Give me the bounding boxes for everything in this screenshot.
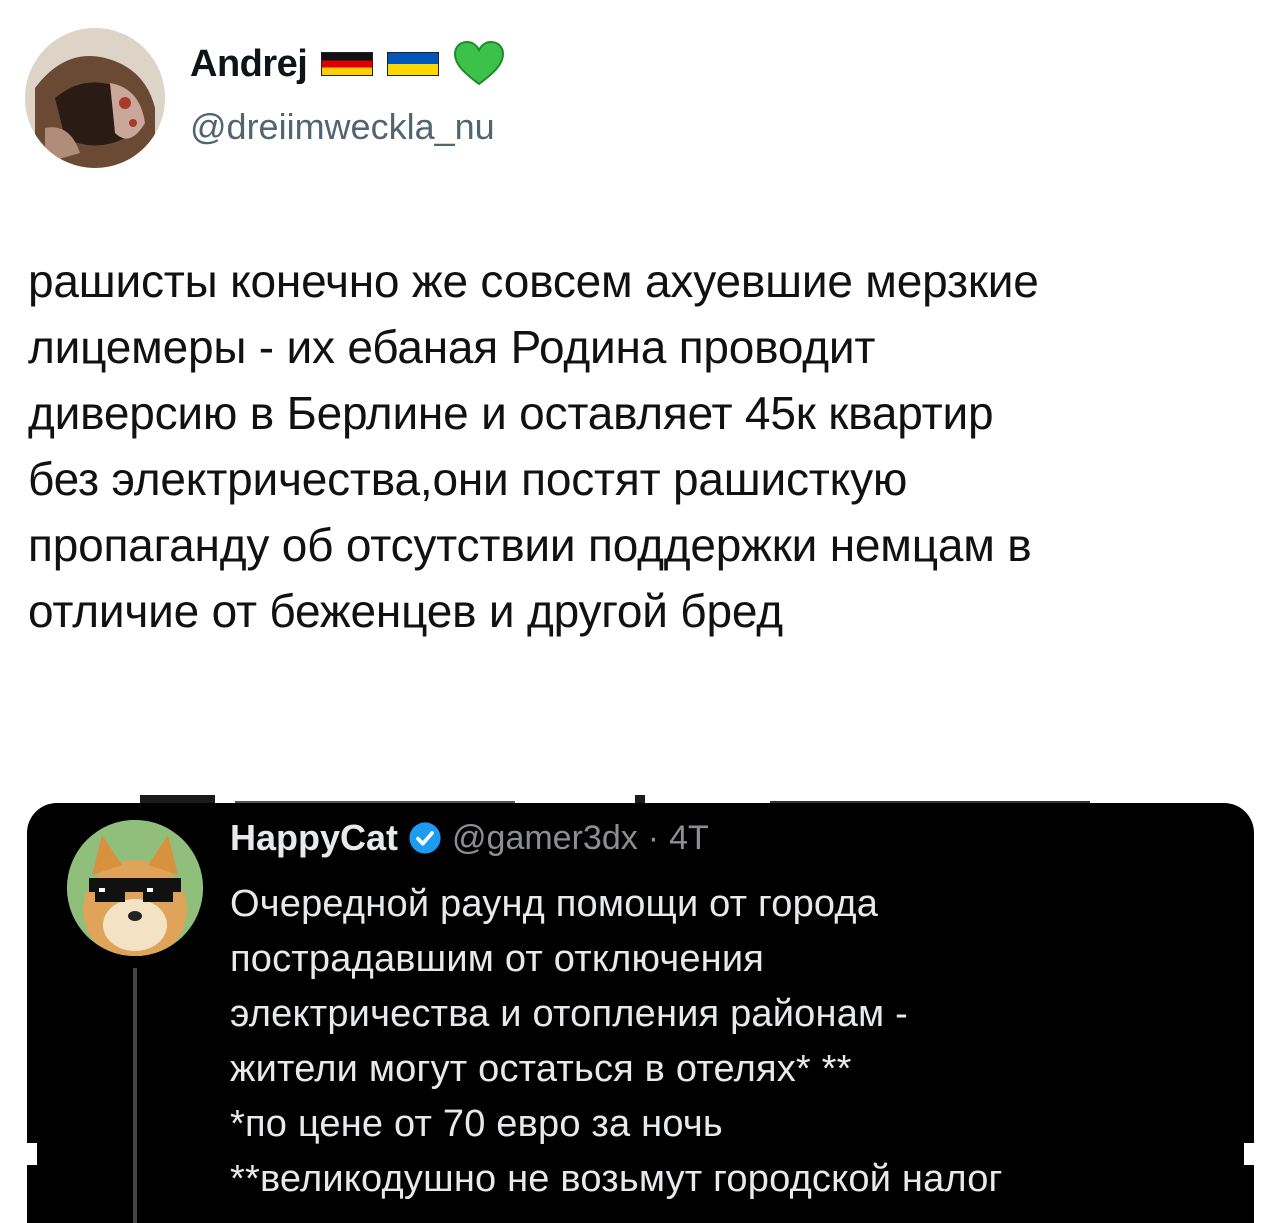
embedded-author-name[interactable]: HappyCat xyxy=(230,817,398,859)
embedded-tweet-text: Очередной раунд помощи от города пострад… xyxy=(230,877,1230,1207)
embedded-text-line: **великодушно не возьмут городской налог xyxy=(230,1158,1003,1200)
embedded-tweet-time[interactable]: 4Т xyxy=(669,819,709,858)
thread-line xyxy=(133,968,137,1223)
green-heart-icon xyxy=(454,40,505,86)
tweet-text-line: рашисты конечно же совсем ахуевшие мерзк… xyxy=(28,255,1039,307)
author-name-row: Andrej xyxy=(190,40,505,88)
germany-flag-icon xyxy=(321,52,374,76)
embedded-tweet-header: HappyCat @gamer3dx · 4Т xyxy=(230,817,709,859)
embedded-text-line: пострадавшим от отключения xyxy=(230,938,765,980)
shiba-sunglasses-image xyxy=(67,820,203,956)
tweet-text-line: без электричества,они постят рашисткую xyxy=(28,453,908,505)
crop-mark-left xyxy=(27,1143,37,1165)
tweet-text-line: отличие от беженцев и другой бред xyxy=(28,585,783,637)
embedded-tweet-screenshot: HappyCat @gamer3dx · 4Т Очередной раунд … xyxy=(27,803,1254,1223)
main-tweet: Andrej @dreiimweckla_nu рашисты конечно … xyxy=(0,0,1280,700)
separator-dot: · xyxy=(647,818,660,857)
embedded-text-line: жители могут остаться в отелях* ** xyxy=(230,1048,852,1090)
doge-avatar[interactable] xyxy=(67,820,203,956)
tweet-text-line: пропаганду об отсутствии поддержки немца… xyxy=(28,519,1032,571)
verified-badge-icon xyxy=(409,822,441,854)
embedded-text-line: *по цене от 70 евро за ночь xyxy=(230,1103,723,1145)
author-name[interactable]: Andrej xyxy=(190,43,308,86)
ukraine-flag-icon xyxy=(387,52,440,76)
author-avatar[interactable] xyxy=(25,28,165,168)
tweet-text-line: диверсию в Берлине и оставляет 45к кварт… xyxy=(28,387,994,439)
tweet-text-line: лицемеры - их ебаная Родина проводит xyxy=(28,321,876,373)
embedded-author-handle[interactable]: @gamer3dx xyxy=(452,819,638,858)
crop-mark-right xyxy=(1244,1143,1254,1165)
tweet-text: рашисты конечно же совсем ахуевшие мерзк… xyxy=(28,248,1248,644)
embedded-text-line: Очередной раунд помощи от города xyxy=(230,883,879,925)
embedded-text-line: электричества и отопления районам - xyxy=(230,993,908,1035)
painting-avatar-image xyxy=(25,28,165,168)
author-handle[interactable]: @dreiimweckla_nu xyxy=(190,106,495,148)
